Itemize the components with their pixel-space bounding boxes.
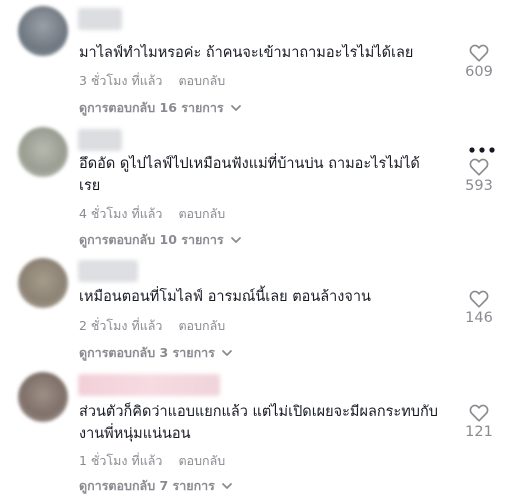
more-options-button[interactable] (467, 139, 497, 153)
username-blurred[interactable] (78, 374, 220, 396)
chevron-down-icon (222, 350, 232, 356)
view-replies-label: ดูการตอบกลับ 10 รายการ (79, 232, 224, 247)
comment-time: 3 ชั่วโมง ที่แล้ว (79, 73, 163, 88)
chevron-down-icon (230, 105, 241, 111)
heart-outline-icon (469, 290, 489, 308)
heart-outline-icon (469, 44, 489, 62)
like-count: 121 (465, 424, 493, 440)
heart-outline-icon (469, 404, 489, 422)
reply-button[interactable]: ตอบกลับ (178, 206, 225, 221)
view-replies-button[interactable]: ดูการตอบกลับ 7 รายการ (79, 476, 233, 496)
view-replies-label: ดูการตอบกลับ 3 รายการ (79, 345, 215, 360)
reply-button[interactable]: ตอบกลับ (178, 318, 225, 333)
comment-meta: 2 ชั่วโมง ที่แล้ว ตอบกลับ (79, 316, 225, 336)
comment-time: 2 ชั่วโมง ที่แล้ว (79, 318, 163, 333)
view-replies-button[interactable]: ดูการตอบกลับ 3 รายการ (79, 343, 233, 363)
comment-time: 1 ชั่วโมง ที่แล้ว (79, 453, 163, 468)
view-replies-label: ดูการตอบกลับ 7 รายการ (79, 478, 215, 493)
like-button[interactable]: 121 (457, 404, 501, 440)
avatar[interactable] (18, 258, 68, 308)
comment-text: ส่วนตัวก็คิดว่าแอบแยกแล้ว แต่ไม่เปิดเผยจ… (79, 404, 438, 442)
comment-meta: 3 ชั่วโมง ที่แล้ว ตอบกลับ (79, 71, 225, 91)
like-count: 593 (465, 178, 493, 194)
heart-outline-icon (469, 158, 489, 176)
username-blurred[interactable] (78, 260, 138, 282)
like-count: 609 (465, 64, 493, 80)
like-button[interactable]: 593 (457, 158, 501, 194)
username-blurred[interactable] (78, 129, 122, 151)
like-button[interactable]: 609 (457, 44, 501, 80)
username-blurred[interactable] (78, 8, 122, 30)
comment-text: มาไลฟ์ทำไมหรอค่ะ ถ้าคนจะเข้ามาถามอะไรไม่… (79, 45, 414, 61)
reply-button[interactable]: ตอบกลับ (178, 453, 225, 468)
comment-meta: 1 ชั่วโมง ที่แล้ว ตอบกลับ (79, 451, 225, 471)
like-button[interactable]: 146 (457, 290, 501, 326)
view-replies-button[interactable]: ดูการตอบกลับ 16 รายการ (79, 98, 242, 118)
comment-meta: 4 ชั่วโมง ที่แล้ว ตอบกลับ (79, 204, 225, 224)
comment-text: เหมือนตอนที่โมไลฟ์ อารมณ์นี้เลย ตอนล้างจ… (79, 289, 371, 305)
view-replies-button[interactable]: ดูการตอบกลับ 10 รายการ (79, 230, 242, 250)
comment-text: อึดอัด ดูไปไลฟ์ไปเหมือนฟังแม่ที่บ้านบ่น … (79, 156, 420, 194)
avatar[interactable] (18, 127, 68, 177)
chevron-down-icon (222, 483, 232, 489)
more-horizontal-icon (469, 147, 495, 153)
view-replies-label: ดูการตอบกลับ 16 รายการ (79, 100, 224, 115)
avatar[interactable] (18, 6, 68, 56)
avatar[interactable] (18, 372, 68, 422)
reply-button[interactable]: ตอบกลับ (178, 73, 225, 88)
like-count: 146 (465, 310, 493, 326)
comment-time: 4 ชั่วโมง ที่แล้ว (79, 206, 163, 221)
chevron-down-icon (230, 237, 241, 243)
